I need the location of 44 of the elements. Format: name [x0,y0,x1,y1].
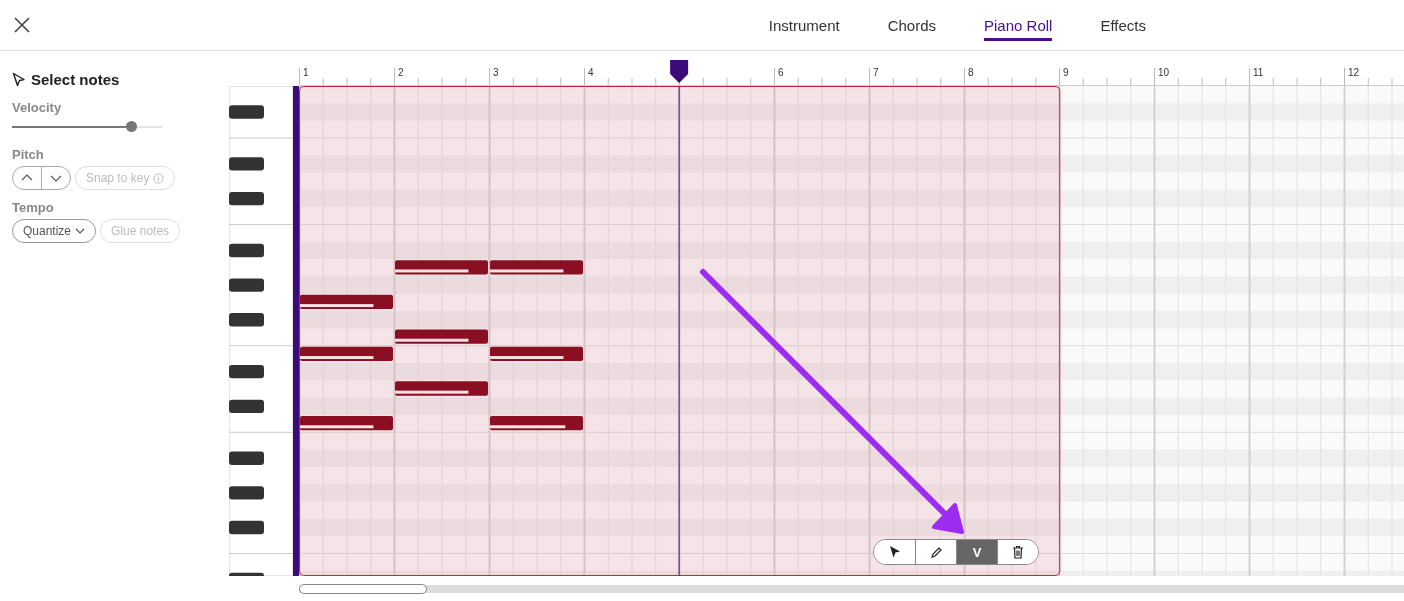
section-label: Pitch [12,147,44,162]
tab[interactable]: Piano Roll [984,13,1053,41]
sharp-key[interactable] [229,486,264,500]
pointer-icon [12,71,26,88]
bar-number: 2 [398,67,404,78]
quantize-dropdown[interactable]: Quantize [12,219,97,243]
tab[interactable]: Instrument [768,13,840,41]
chevron-down-icon [75,227,86,235]
sharp-key[interactable] [229,157,264,171]
trash-tool-button[interactable] [997,540,1038,564]
timeline-ruler[interactable]: 1 2 3 4 6 7 8 9 10 11 12 [299,60,1404,86]
bar-number: 7 [873,67,879,78]
close-button[interactable] [12,15,32,35]
info-icon [153,172,165,184]
note-grid[interactable] [299,86,1404,576]
bar-number: 11 [1253,67,1264,78]
sharp-key[interactable] [229,278,264,292]
bar-number: 1 [303,67,309,78]
bar-number: 12 [1348,67,1360,78]
sharp-key[interactable] [229,572,264,576]
scrollbar-thumb[interactable] [299,584,427,594]
panel-title: Select notes [31,71,120,88]
bar-number: 10 [1158,67,1170,78]
velocity-slider[interactable] [12,121,164,133]
close-icon [14,17,30,33]
velocity-tool-button[interactable]: V [956,540,997,564]
arrow-cursor-icon [888,545,901,559]
scrollbar-track[interactable] [299,585,1404,593]
piano-keyboard[interactable] [229,86,293,576]
section-label: Velocity [12,100,62,115]
bar-number: 3 [493,67,499,78]
bar-number: 9 [1063,67,1069,78]
playhead-marker[interactable] [670,60,689,83]
sharp-key[interactable] [229,365,264,379]
selection-region[interactable] [299,86,1061,576]
tab[interactable]: Effects [1100,13,1146,41]
bar-number: 4 [588,67,594,78]
tab[interactable]: Chords [887,13,937,41]
trash-icon [1012,545,1024,559]
bar-number: 8 [968,67,974,78]
section-label: Tempo [12,200,54,215]
pencil-icon [929,545,943,559]
bar-number: 6 [778,67,784,78]
slider-thumb[interactable] [125,121,137,132]
